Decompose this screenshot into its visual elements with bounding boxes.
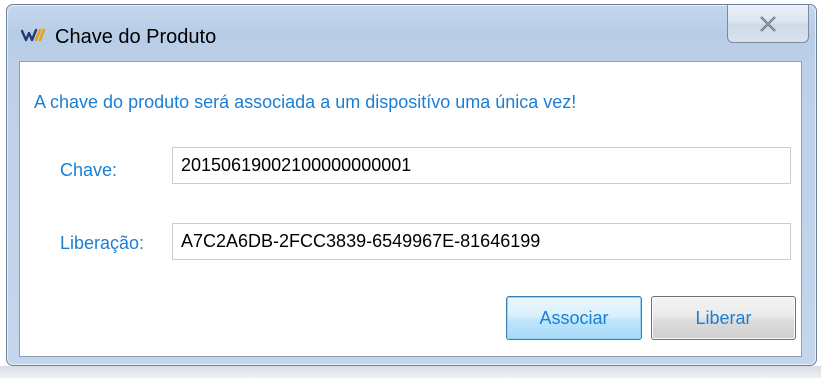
liberar-button[interactable]: Liberar [651,296,796,340]
liberacao-input[interactable]: A7C2A6DB-2FCC3839-6549967E-81646199 [172,223,791,260]
liberacao-label: Liberação: [60,233,145,253]
desktop-background [0,366,821,378]
associar-button[interactable]: Associar [506,296,642,340]
close-icon [760,16,776,32]
dialog-body: A chave do produto será associada a um d… [19,61,802,357]
chave-label: Chave: [60,160,118,180]
app-logo-icon [20,27,47,43]
title-bar[interactable]: Chave do Produto [7,5,816,61]
chave-input[interactable]: 20150619002100000000001 [172,147,791,184]
close-button[interactable] [727,5,809,43]
info-message: A chave do produto será associada a um d… [34,92,577,112]
window-title: Chave do Produto [55,26,217,48]
product-key-dialog: Chave do Produto A chave do produto será… [6,4,817,366]
